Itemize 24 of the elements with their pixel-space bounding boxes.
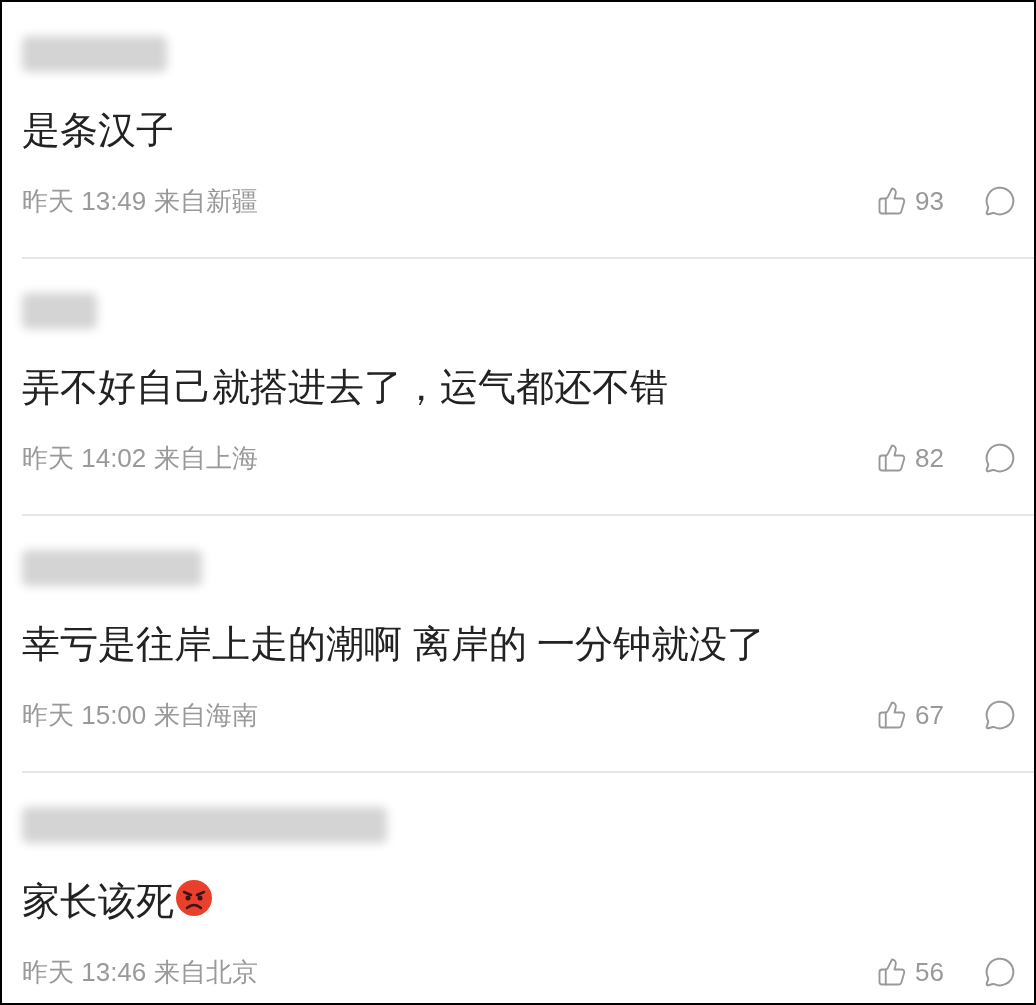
reply-button[interactable]	[984, 699, 1016, 731]
like-button[interactable]: 67	[877, 695, 944, 735]
reply-button[interactable]	[984, 442, 1016, 474]
comment-time: 昨天 13:46	[22, 955, 147, 989]
like-button[interactable]: 82	[877, 438, 944, 478]
comment-time: 昨天 15:00	[22, 698, 147, 732]
comment-text: 家长该死	[22, 879, 174, 924]
reply-button[interactable]	[984, 956, 1016, 988]
comment-time: 昨天 13:49	[22, 184, 147, 218]
thumbs-up-icon	[877, 957, 908, 987]
reply-button[interactable]	[984, 185, 1016, 217]
comment-location: 来自上海	[154, 441, 259, 475]
comment-text: 幸亏是往岸上走的潮啊 离岸的 一分钟就没了	[22, 622, 766, 667]
comment-location: 来自新疆	[154, 184, 259, 218]
comment-location: 来自北京	[154, 955, 259, 989]
thumbs-up-icon	[877, 700, 908, 730]
comment-time: 昨天 14:02	[22, 441, 147, 475]
like-button[interactable]: 93	[877, 181, 944, 221]
comment-text: 弄不好自己就搭进去了，运气都还不错	[22, 365, 668, 410]
like-button[interactable]: 56	[877, 952, 944, 992]
comment-text: 是条汉子	[22, 108, 174, 153]
thumbs-up-icon	[877, 443, 908, 473]
comment-location: 来自海南	[154, 698, 259, 732]
thumbs-up-icon	[877, 186, 908, 216]
